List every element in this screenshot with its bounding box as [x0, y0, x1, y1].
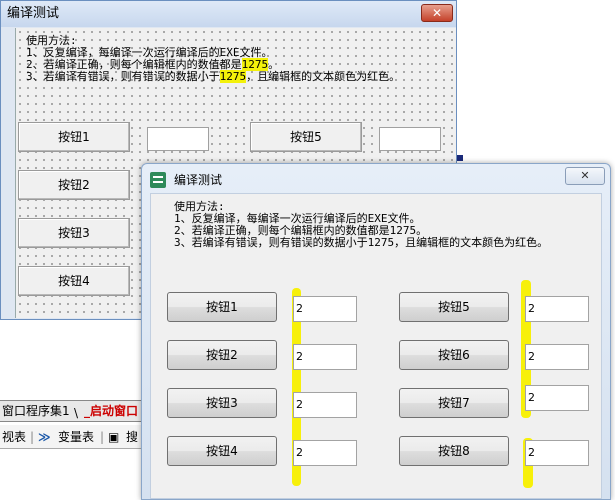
tab-startup-window[interactable]: _启动窗口: [84, 401, 138, 421]
designer-window-title: 编译测试: [1, 1, 456, 27]
ide-toolbar: 视表 | ≫ 变量表 | ▣ 搜: [0, 425, 150, 449]
edit-box-7[interactable]: 2: [525, 385, 589, 411]
edit-box-3[interactable]: 2: [293, 392, 357, 418]
variables-icon: ≫: [38, 430, 51, 444]
toolbar-divider: |: [100, 430, 105, 444]
button-3[interactable]: 按钮3: [167, 388, 277, 418]
button-8[interactable]: 按钮8: [399, 436, 509, 466]
designer-close-button[interactable]: ✕: [421, 4, 453, 22]
toolbar-search[interactable]: 搜: [126, 425, 138, 449]
toolbar-variables[interactable]: 变量表: [58, 425, 94, 449]
runtime-instructions-line3: 3、若编译有错误，则有错误的数据小于1275，且编辑框的文本颜色为红色。: [174, 236, 549, 249]
designer-button-4[interactable]: 按钮4: [18, 266, 130, 296]
runtime-window-title: 编译测试: [174, 173, 223, 187]
edit-box-6[interactable]: 2: [525, 344, 589, 370]
runtime-instructions: 使用方法: 1、反复编译，每编译一次运行编译后的EXE文件。 2、若编译正确，则…: [174, 201, 548, 249]
designer-edit-1[interactable]: [147, 127, 209, 151]
button-7[interactable]: 按钮7: [399, 388, 509, 418]
edit-box-1[interactable]: 2: [293, 296, 357, 322]
ide-tab-bar: 窗口程序集1 \ _启动窗口: [0, 400, 150, 422]
close-button[interactable]: ✕: [565, 167, 605, 185]
app-icon: [150, 172, 166, 188]
button-6[interactable]: 按钮6: [399, 340, 509, 370]
edit-box-2[interactable]: 2: [293, 344, 357, 370]
edit-box-4[interactable]: 2: [293, 440, 357, 466]
button-5[interactable]: 按钮5: [399, 292, 509, 322]
selection-handle[interactable]: [457, 155, 463, 161]
edit-box-8[interactable]: 2: [525, 440, 589, 466]
tab-separator: \: [74, 406, 79, 420]
search-icon: ▣: [108, 430, 120, 444]
designer-instructions-line3-end: ，且编辑框的文本颜色为红色。: [246, 70, 401, 83]
designer-button-3[interactable]: 按钮3: [18, 218, 130, 248]
button-1[interactable]: 按钮1: [167, 292, 277, 322]
edit-box-5[interactable]: 2: [525, 296, 589, 322]
tab-program-set[interactable]: 窗口程序集1: [2, 401, 70, 421]
button-2[interactable]: 按钮2: [167, 340, 277, 370]
designer-button-5[interactable]: 按钮5: [250, 122, 362, 152]
designer-edit-5[interactable]: [379, 127, 441, 151]
designer-button-2[interactable]: 按钮2: [18, 170, 130, 200]
designer-instructions: 使用方法: 1、反复编译，每编译一次运行编译后的EXE文件。 2、若编译正确，则…: [26, 35, 400, 83]
designer-button-1[interactable]: 按钮1: [18, 122, 130, 152]
highlighted-value: 1275: [219, 70, 247, 83]
button-4[interactable]: 按钮4: [167, 436, 277, 466]
designer-instructions-line3: 3、若编译有错误，则有错误的数据小于: [26, 70, 220, 83]
toolbar-view[interactable]: 视表: [2, 425, 26, 449]
ide-bottom-panel: [0, 450, 150, 500]
toolbar-divider: |: [30, 430, 35, 444]
